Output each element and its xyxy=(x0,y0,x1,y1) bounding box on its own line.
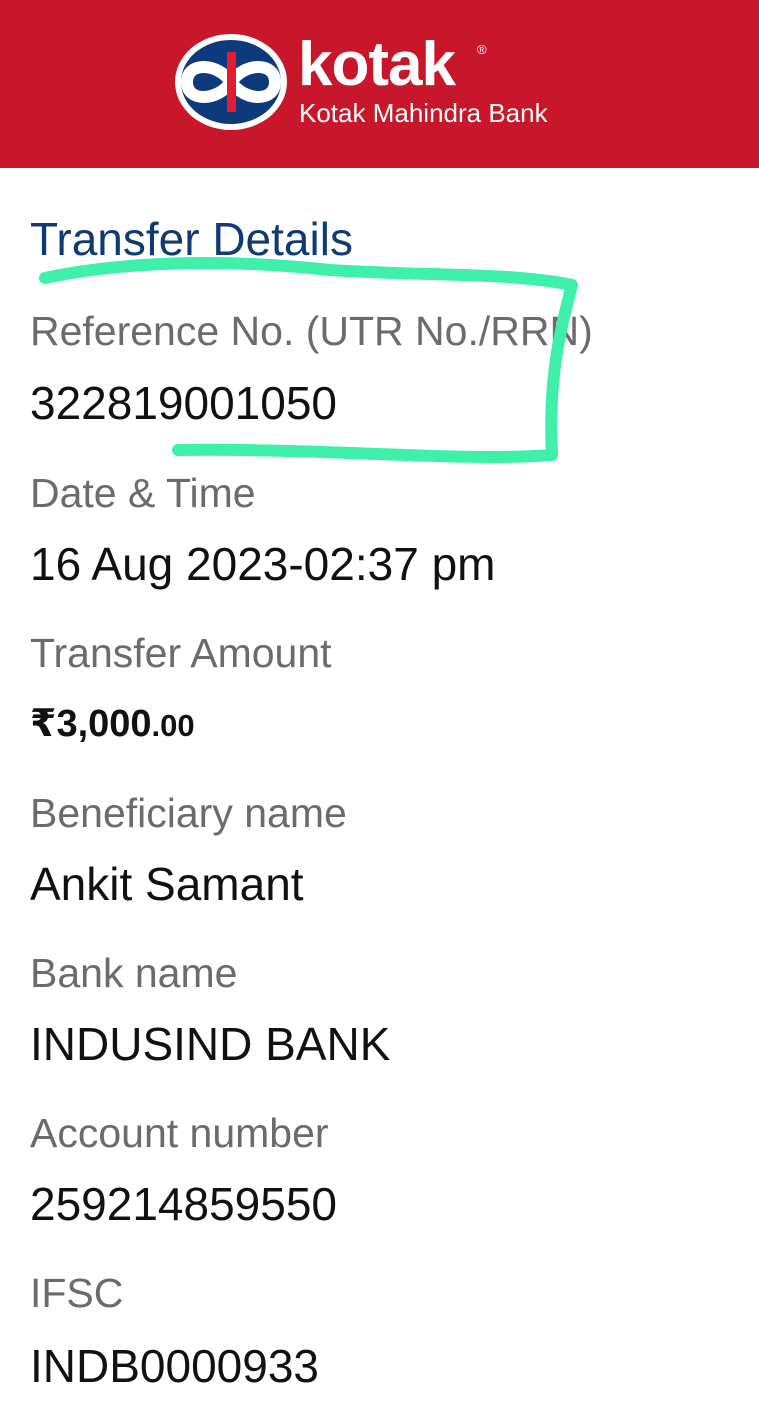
bank-value: INDUSIND BANK xyxy=(30,1018,391,1070)
bank-label: Bank name xyxy=(30,950,238,996)
beneficiary-value: Ankit Samant xyxy=(30,858,304,910)
ifsc-value: INDB0000933 xyxy=(30,1340,319,1392)
section-title: Transfer Details xyxy=(30,213,353,265)
amount-rupees: ₹3,000 xyxy=(30,703,152,745)
reference-label: Reference No. (UTR No./RRN) xyxy=(30,308,593,354)
beneficiary-label: Beneficiary name xyxy=(30,790,347,836)
account-value: 259214859550 xyxy=(30,1178,337,1230)
ifsc-label: IFSC xyxy=(30,1270,124,1316)
reference-value: 322819001050 xyxy=(30,377,337,429)
brand-name: kotak xyxy=(298,30,456,99)
amount-value: ₹3,000.00 xyxy=(30,703,195,747)
kotak-logo-icon xyxy=(175,34,287,130)
datetime-value: 16 Aug 2023-02:37 pm xyxy=(30,538,496,590)
amount-label: Transfer Amount xyxy=(30,630,332,676)
datetime-label: Date & Time xyxy=(30,470,256,516)
registered-mark: ® xyxy=(477,42,487,57)
amount-paise: .00 xyxy=(151,708,195,743)
bank-full-name: Kotak Mahindra Bank xyxy=(299,98,548,128)
account-label: Account number xyxy=(30,1110,329,1156)
app-header: kotak ® Kotak Mahindra Bank xyxy=(0,0,759,168)
